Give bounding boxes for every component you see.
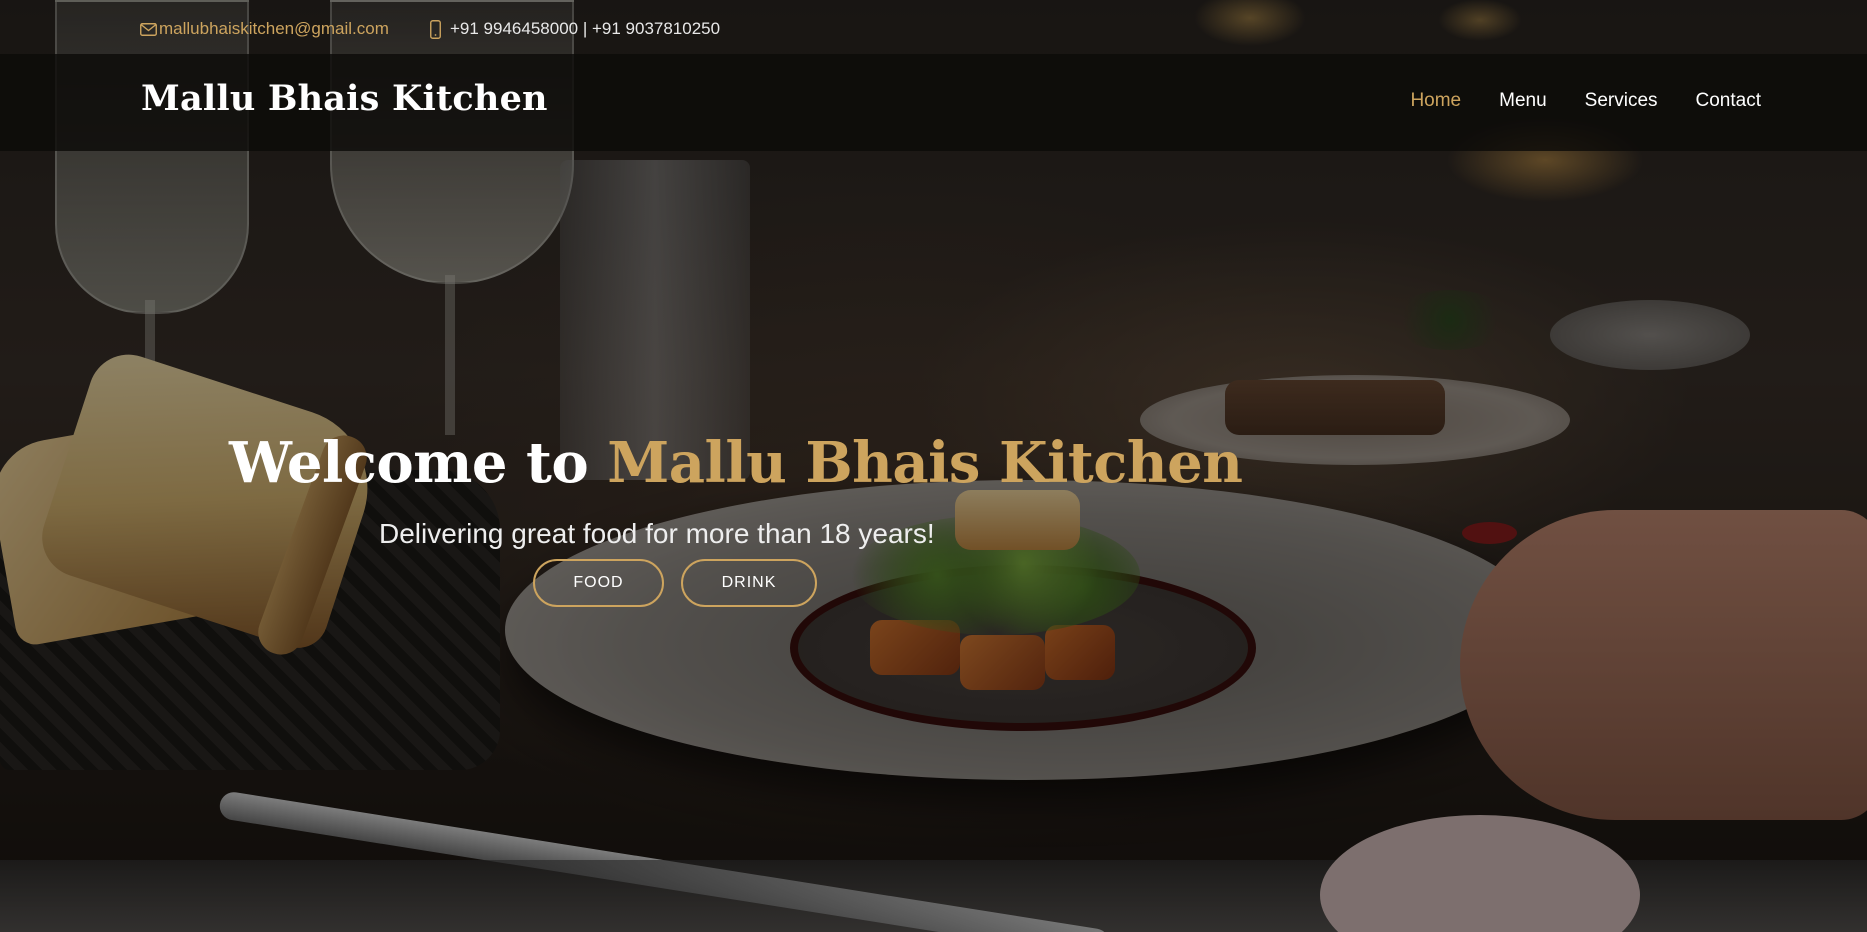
food-button[interactable]: FOOD (533, 559, 664, 607)
main-nav: Home Menu Services Contact (1372, 90, 1761, 112)
drink-button[interactable]: DRINK (681, 559, 817, 607)
hero-title: Welcome to Mallu Bhais Kitchen (229, 430, 1243, 496)
nav-item-menu[interactable]: Menu (1499, 90, 1547, 112)
page: mallubhaiskitchen@gmail.com +91 99464580… (0, 0, 1867, 932)
hero-subtitle: Delivering great food for more than 18 y… (379, 518, 935, 549)
site-logo[interactable]: Mallu Bhais Kitchen (141, 78, 548, 119)
mobile-phone-icon (430, 19, 450, 39)
contact-phone-text[interactable]: +91 9946458000 | +91 9037810250 (450, 19, 720, 39)
nav-item-home[interactable]: Home (1410, 90, 1461, 112)
hero-title-prefix: Welcome to (229, 430, 608, 496)
contact-email-text[interactable]: mallubhaiskitchen@gmail.com (159, 19, 389, 39)
nav-item-contact[interactable]: Contact (1696, 90, 1761, 112)
top-contact-bar: mallubhaiskitchen@gmail.com +91 99464580… (0, 4, 1867, 54)
site-header: Mallu Bhais Kitchen Home Menu Services C… (0, 54, 1867, 151)
envelope-icon (140, 22, 159, 36)
hero-title-brand: Mallu Bhais Kitchen (607, 430, 1243, 496)
nav-item-services[interactable]: Services (1585, 90, 1658, 112)
contact-phone[interactable]: +91 9946458000 | +91 9037810250 (430, 19, 720, 39)
contact-email[interactable]: mallubhaiskitchen@gmail.com (140, 19, 389, 39)
